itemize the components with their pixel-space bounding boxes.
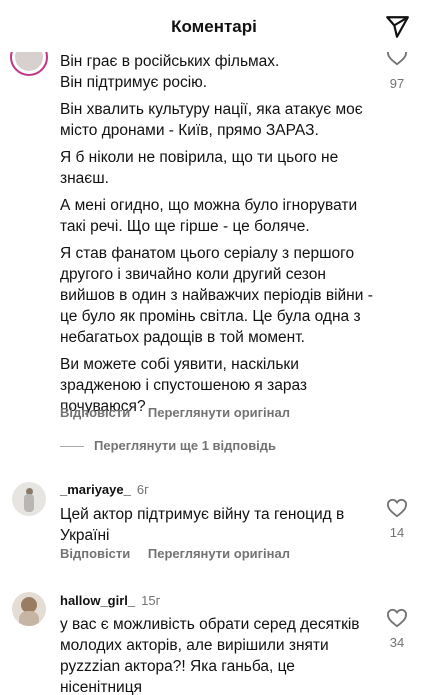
comment-paragraph: Він грає в російських фільмах. <box>60 53 280 70</box>
reply-button[interactable]: Відповісти <box>60 546 130 561</box>
like-count: 14 <box>389 525 405 540</box>
page-title: Коментарі <box>171 17 257 36</box>
comment-paragraph: Я став фанатом цього серіалу з першого д… <box>60 245 373 346</box>
comment-paragraph: Я б ніколи не повірила, що ти цього не з… <box>60 149 339 187</box>
see-original-button[interactable]: Переглянути оригінал <box>148 405 290 420</box>
username[interactable]: _mariyaye_ <box>60 482 131 497</box>
username[interactable]: hallow_girl_ <box>60 593 135 608</box>
avatar[interactable] <box>12 482 46 516</box>
comment-actions: Відповісти Переглянути оригінал <box>60 405 290 420</box>
paper-plane-icon[interactable] <box>384 14 410 40</box>
timestamp: 15г <box>141 593 161 608</box>
like-count: 34 <box>389 635 405 650</box>
see-original-button[interactable]: Переглянути оригінал <box>148 546 290 561</box>
comment-text: Цей актор підтримує війну та геноцид в У… <box>60 506 345 544</box>
heart-outline-icon[interactable] <box>386 498 408 518</box>
comment-actions: Відповісти Переглянути оригінал <box>60 546 290 561</box>
heart-outline-icon[interactable] <box>386 608 408 628</box>
avatar[interactable] <box>12 592 46 626</box>
comment-paragraph: Він підтримує росію. <box>60 74 208 91</box>
comment-header: _mariyaye_ 6г <box>60 482 149 497</box>
comment-text: Він грає в російських фільмах. Він підтр… <box>60 51 380 423</box>
view-more-replies-button[interactable]: Переглянути ще 1 відповідь <box>94 438 276 453</box>
header-bar: Коментарі <box>0 0 428 52</box>
timestamp: 6г <box>136 482 149 497</box>
comment-paragraph: Він хвалить культуру нації, яка атакує м… <box>60 101 363 139</box>
reply-button[interactable]: Відповісти <box>60 405 130 420</box>
comment-text: у вас є можливість обрати серед десятків… <box>60 616 360 695</box>
comment-header: hallow_girl_ 15г <box>60 593 160 608</box>
divider <box>60 446 84 447</box>
like-count: 97 <box>389 76 405 91</box>
comment-paragraph: А мені огидно, що можна було ігнорувати … <box>60 197 358 235</box>
